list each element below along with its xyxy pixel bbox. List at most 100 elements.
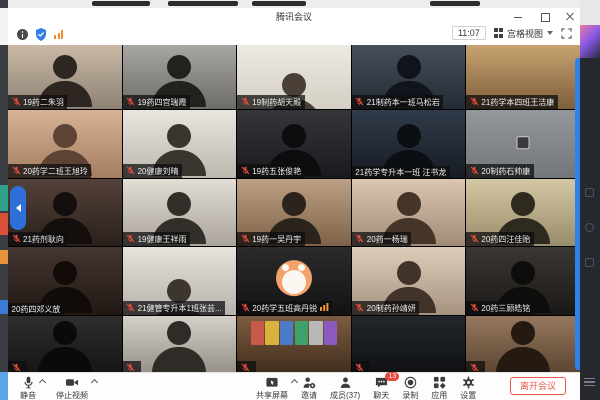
meeting-timer: 11:07 [452, 26, 486, 40]
video-tile[interactable]: 20药三顾皓铭 [466, 247, 580, 315]
video-tile[interactable] [123, 316, 237, 375]
toolbar-center-group: 共享屏幕邀请成员(37) 聊天13 录制应用 设置 [256, 375, 476, 400]
video-tile[interactable]: 19制药胡天殿 [237, 45, 351, 109]
view-mode-selector[interactable]: 宫格视图 [494, 27, 553, 40]
participant-name-bar: 19药四宫瑞霞 [123, 95, 190, 109]
desktop-left-fragment [0, 300, 8, 314]
bookshelf-background [251, 321, 337, 346]
video-tile[interactable]: 19药一吴丹宇 [237, 179, 351, 246]
minimize-icon[interactable] [512, 10, 524, 22]
video-tile[interactable] [352, 316, 466, 375]
apps-button[interactable]: 应用 [431, 375, 447, 400]
record-button[interactable]: 录制 [402, 375, 418, 400]
chat-button[interactable]: 聊天13 [373, 375, 389, 400]
chat-label: 聊天 [373, 390, 389, 400]
video-tile[interactable]: 20药四邓义放 [8, 247, 122, 315]
settings-label: 设置 [460, 390, 476, 400]
info-icon[interactable] [17, 29, 28, 40]
window-controls [512, 8, 576, 24]
participant-name-bar: 19药二朱羽 [8, 95, 67, 109]
video-tile[interactable]: 20制药孙靖妍 [352, 247, 466, 315]
title-bar: 腾讯会议 [8, 8, 580, 24]
status-bar: 11:07 宫格视图 [8, 24, 580, 45]
participant-name-bar: 21药剂耿向 [8, 232, 67, 246]
video-tile[interactable]: 19药五张俊艳 [237, 110, 351, 178]
video-tile[interactable] [8, 316, 122, 375]
video-tile[interactable]: 21药学专升本一班 汪书龙 [352, 110, 466, 178]
apps-label: 应用 [431, 390, 447, 400]
participant-name: 21制药本一班马松岩 [367, 98, 440, 107]
chevron-up-icon[interactable] [91, 379, 98, 386]
participant-name: 20制药石帅康 [481, 167, 530, 176]
participant-name-bar: 19药一吴丹宇 [237, 232, 304, 246]
video-tile[interactable]: 20制药石帅康 [466, 110, 580, 178]
participant-name: 20药一杨瑞 [367, 235, 408, 244]
chevron-up-icon[interactable] [39, 379, 46, 386]
video-tile[interactable]: 21制药本一班马松岩 [352, 45, 466, 109]
mic-muted-icon [470, 97, 479, 108]
next-page-arrow[interactable] [575, 58, 580, 370]
mic-muted-icon [126, 234, 135, 245]
network-signal-icon[interactable] [54, 30, 63, 39]
video-tile[interactable]: 21健管专升本1班张芸... [123, 247, 237, 315]
video-tile[interactable]: 20药学二班王旭玲 [8, 110, 122, 178]
mic-muted-icon [355, 234, 364, 245]
stop-video-button[interactable]: 停止视频 [56, 375, 88, 400]
video-tile[interactable]: 20药一杨瑞 [352, 179, 466, 246]
maximize-icon[interactable] [538, 10, 550, 22]
mic-muted-icon [241, 97, 250, 108]
video-grid: 19药二朱羽 19药四宫瑞霞 19制药胡天殿 21制药本一班马松岩 21药学本四班王洁康… [8, 45, 580, 375]
video-tile[interactable] [466, 316, 580, 375]
participant-silhouette [149, 321, 209, 367]
settings-button[interactable]: 设置 [460, 375, 476, 400]
participant-silhouette [379, 124, 439, 170]
chevron-down-icon [547, 31, 553, 35]
participant-name: 20药四邓义放 [12, 305, 61, 314]
invite-button[interactable]: 邀请 [301, 375, 317, 400]
share-screen-button[interactable]: 共享屏幕 [256, 375, 288, 400]
close-icon[interactable] [564, 10, 576, 22]
video-tile[interactable]: 19健康王祥雨 [123, 179, 237, 246]
grid-view-icon [494, 28, 503, 37]
members-button[interactable]: 成员(37) [330, 375, 360, 400]
video-tile[interactable]: 20药学五班高丹锐 [237, 247, 351, 315]
participant-name-bar: 20制药孙靖妍 [352, 301, 419, 315]
participant-name: 20制药孙靖妍 [367, 304, 416, 313]
video-tile[interactable] [237, 316, 351, 375]
prev-page-arrow[interactable] [10, 186, 26, 230]
participant-name-bar: 20药学二班王旭玲 [8, 164, 91, 178]
video-tile[interactable]: 20药四汪佳贻 [466, 179, 580, 246]
chevron-up-icon[interactable] [291, 379, 298, 386]
mic-muted-icon [241, 303, 250, 314]
leave-meeting-button[interactable]: 离开会议 [510, 377, 566, 395]
desktop-right-fragment [580, 0, 600, 25]
stop-video-label: 停止视频 [56, 390, 88, 400]
mute-button[interactable]: 静音 [20, 375, 36, 400]
participant-name-bar: 20药学五班高丹锐 [237, 301, 332, 315]
participant-name-bar: 20药四邓义放 [8, 303, 64, 315]
camera-icon [65, 375, 79, 389]
desktop-left-fragment [0, 185, 8, 211]
background-window-fragment [252, 1, 306, 6]
participant-name: 19制药胡天殿 [252, 98, 301, 107]
participant-silhouette [35, 321, 95, 367]
video-tile[interactable]: 19药二朱羽 [8, 45, 122, 109]
video-tile[interactable]: 21药学本四班王洁康 [466, 45, 580, 109]
desktop-top-edge [0, 0, 600, 8]
participant-name: 20药学五班高丹锐 [252, 304, 317, 313]
members-label: 成员(37) [330, 390, 360, 400]
view-mode-label: 宫格视图 [507, 27, 543, 40]
record-icon [404, 375, 417, 389]
participant-name: 19药一吴丹宇 [252, 235, 301, 244]
security-shield-icon[interactable] [35, 28, 47, 41]
video-tile[interactable]: 19药四宫瑞霞 [123, 45, 237, 109]
mic-muted-icon [470, 303, 479, 314]
mute-label: 静音 [20, 390, 36, 400]
desktop-left-fragment [0, 250, 8, 264]
mic-muted-icon [126, 166, 135, 177]
fullscreen-icon[interactable] [561, 28, 572, 39]
participant-name: 19药二朱羽 [23, 98, 64, 107]
video-tile[interactable]: 20健康刘晴 [123, 110, 237, 178]
mic-muted-icon [355, 303, 364, 314]
desktop-right-panel [580, 0, 600, 400]
